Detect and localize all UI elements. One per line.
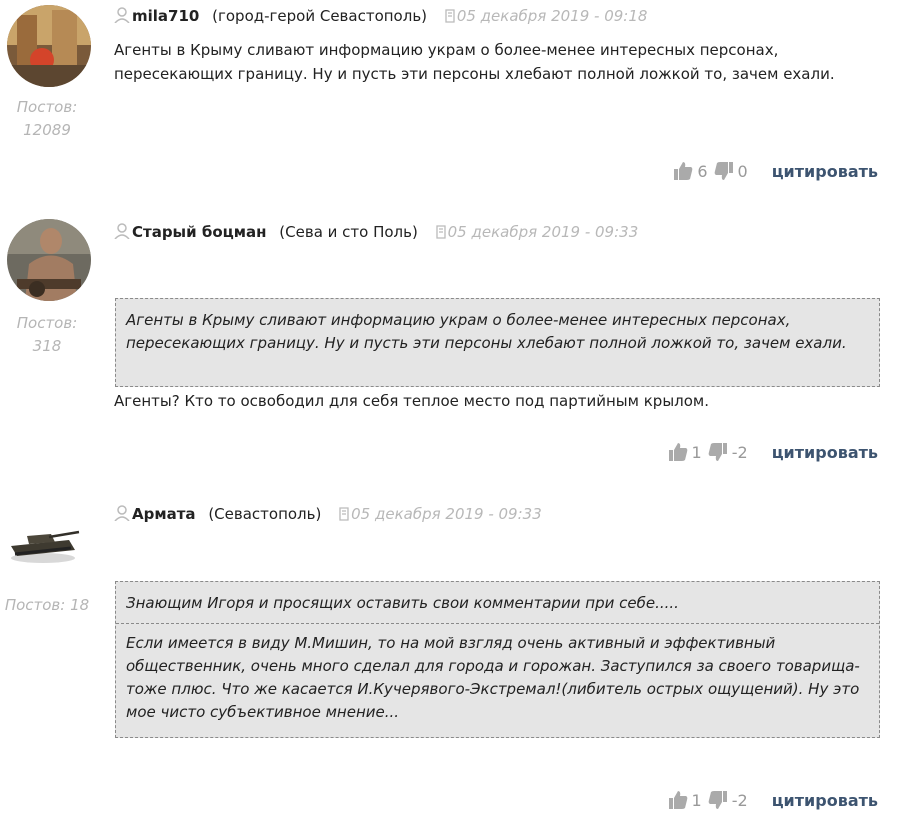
author-location: (Сева и сто Поль) [279,223,418,241]
clock-icon [435,224,447,244]
thumb-down-icon[interactable] [714,161,734,181]
quote-divider [116,623,879,624]
likes-count: 6 [697,161,708,181]
thumb-up-icon[interactable] [668,442,688,462]
dislikes-count: -2 [731,442,748,462]
comment-text: Агенты? Кто то освободил для себя теплое… [114,392,710,410]
likes-count: 1 [691,442,702,462]
quote-button[interactable]: цитировать [772,162,878,181]
comment-header: mila710 (город-герой Севастополь) 05 дек… [114,7,647,28]
vote-bar: 1 -2 цитировать [668,788,878,812]
dislikes-count: -2 [731,790,748,810]
author-name[interactable]: Старый боцман [132,223,267,241]
user-icon [114,223,130,243]
avatar[interactable] [7,5,91,87]
post-count: Постов: 318 [16,314,78,355]
author-name[interactable]: mila710 [132,7,199,25]
likes-count: 1 [691,790,702,810]
quoted-text: Знающим Игоря и просящих оставить свои к… [115,581,880,738]
vote-bar: 6 0 цитировать [673,159,878,183]
avatar[interactable] [7,219,91,301]
thumb-down-icon[interactable] [708,790,728,810]
quote-button[interactable]: цитировать [772,443,878,462]
comment-date: 05 декабря 2019 - 09:33 [435,223,638,244]
dislikes-count: 0 [737,161,748,181]
author-location: (Севастополь) [208,505,322,523]
quote-outer: Знающим Игоря и просящих оставить свои к… [126,594,679,612]
comment-header: Армата (Севастополь) 05 декабря 2019 - 0… [114,505,542,526]
thumb-up-icon[interactable] [673,161,693,181]
comment-date: 05 декабря 2019 - 09:18 [444,7,647,28]
author-name[interactable]: Армата [132,505,196,523]
comment-date: 05 декабря 2019 - 09:33 [338,505,542,523]
user-icon [114,505,130,525]
vote-bar: 1 -2 цитировать [668,440,878,464]
comment-header: Старый боцман (Сева и сто Поль) 05 декаб… [114,223,638,244]
author-location: (город-герой Севастополь) [212,7,428,25]
quote-button[interactable]: цитировать [772,791,878,810]
avatar[interactable] [5,510,81,572]
post-count: Постов: 12089 [16,98,78,139]
post-count: Постов: 18 [4,596,90,614]
comment-text: Агенты в Крыму сливают информацию украм … [114,41,835,83]
thumb-up-icon[interactable] [668,790,688,810]
thumb-down-icon[interactable] [708,442,728,462]
clock-icon [338,506,350,526]
quoted-text: Агенты в Крыму сливают информацию украм … [115,298,880,387]
clock-icon [444,8,456,28]
quote-inner: Если имеется в виду М.Мишин, то на мой в… [126,634,860,721]
user-icon [114,7,130,27]
